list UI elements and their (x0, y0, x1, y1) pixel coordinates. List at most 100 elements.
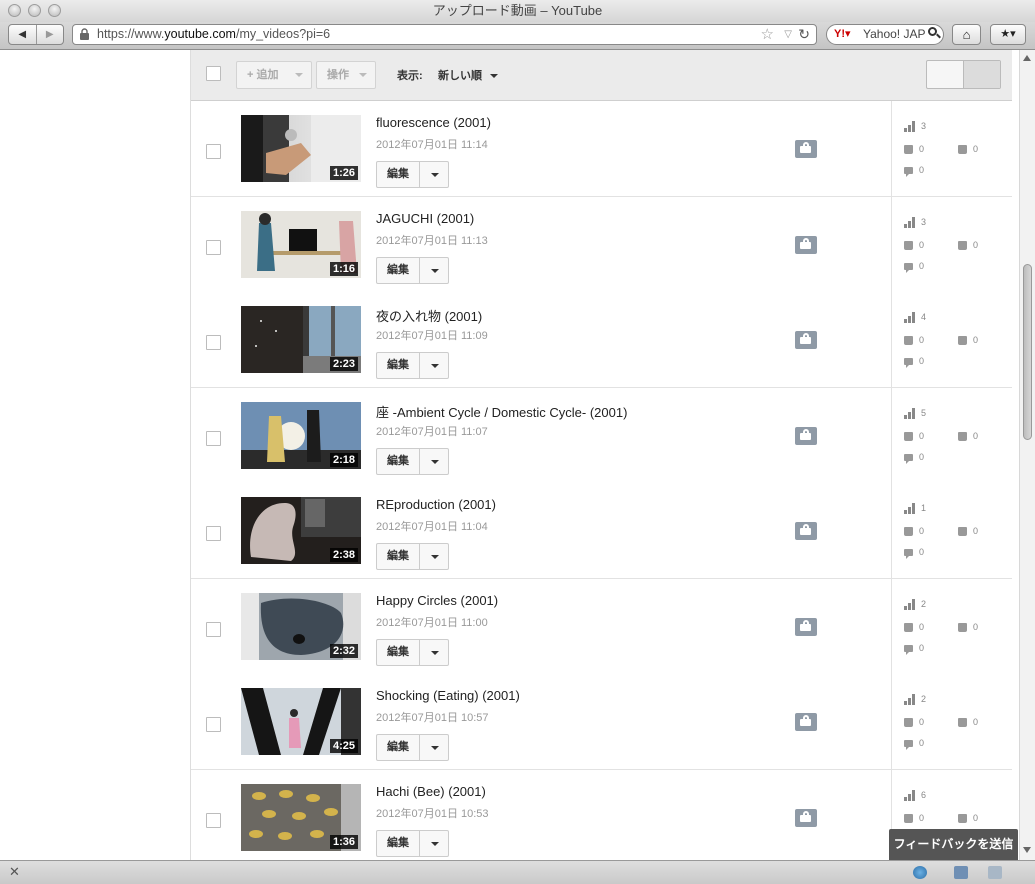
likes-count: 0 (919, 240, 925, 250)
video-title-link[interactable]: 夜の入れ物 (2001) (376, 306, 482, 325)
privacy-lock-icon[interactable] (795, 236, 817, 254)
views-bars-icon (904, 790, 915, 802)
comments-count: 0 (919, 165, 925, 175)
edit-dropdown-button[interactable] (419, 831, 448, 856)
video-thumbnail[interactable]: 2:23 (241, 306, 361, 373)
privacy-lock-icon[interactable] (795, 331, 817, 349)
globe-icon[interactable] (913, 866, 927, 879)
privacy-lock-icon[interactable] (795, 618, 817, 636)
grid-view-button[interactable] (927, 61, 963, 88)
thumbs-up-icon (904, 718, 913, 728)
sort-caret-icon (490, 74, 498, 79)
comment-icon (904, 740, 913, 751)
thumbs-up-icon (904, 527, 913, 537)
video-title-link[interactable]: Shocking (Eating) (2001) (376, 688, 520, 703)
reload-icon[interactable]: ↻ (798, 25, 810, 44)
bookmarks-menu-button[interactable]: ★▾ (990, 24, 1026, 45)
list-view-button[interactable] (963, 61, 1000, 88)
select-all-checkbox[interactable] (206, 66, 221, 81)
edit-button[interactable]: 編集 (377, 353, 419, 378)
video-title-link[interactable]: Hachi (Bee) (2001) (376, 784, 486, 799)
scroll-up-arrow-icon[interactable] (1023, 55, 1031, 61)
yahoo-search-engine-icon[interactable]: Y!▾ (834, 25, 851, 44)
back-button[interactable]: ◀ (9, 25, 36, 44)
edit-button[interactable]: 編集 (377, 735, 419, 760)
edit-button[interactable]: 編集 (377, 162, 419, 187)
scrollbar-thumb[interactable] (1023, 264, 1032, 440)
video-checkbox[interactable] (206, 144, 221, 159)
edit-button[interactable]: 編集 (377, 544, 419, 569)
privacy-lock-icon[interactable] (795, 427, 817, 445)
close-statusbar-icon[interactable]: ✕ (9, 864, 20, 880)
window-icon[interactable] (988, 866, 1002, 879)
edit-dropdown-button[interactable] (419, 353, 448, 378)
window-close-button[interactable] (8, 4, 21, 17)
video-stats: 2 0 0 0 (891, 674, 1012, 769)
rss-dropdown-icon[interactable]: ▽ (784, 25, 792, 44)
sort-value: 新しい順 (438, 70, 482, 82)
home-button[interactable]: ⌂ (952, 24, 981, 45)
likes-stat: 0 (904, 622, 924, 633)
video-stats: 2 0 0 0 (891, 579, 1012, 674)
video-duration: 2:38 (329, 548, 358, 562)
privacy-lock-icon[interactable] (795, 713, 817, 731)
video-thumbnail[interactable]: 2:32 (241, 593, 361, 660)
dislikes-stat: 0 (958, 335, 978, 346)
video-checkbox[interactable] (206, 240, 221, 255)
bookmark-star-icon[interactable]: ☆ (761, 25, 774, 44)
edit-button[interactable]: 編集 (377, 831, 419, 856)
privacy-lock-icon[interactable] (795, 522, 817, 540)
edit-button[interactable]: 編集 (377, 258, 419, 283)
video-date: 2012年07月01日 11:07 (376, 426, 488, 438)
video-thumbnail[interactable]: 1:36 (241, 784, 361, 851)
views-count: 6 (921, 790, 927, 800)
address-bar[interactable]: https://www.youtube.com/my_videos?pi=6 ☆… (72, 24, 817, 45)
send-feedback-button[interactable]: フィードバックを送信 (889, 829, 1018, 860)
dislikes-stat: 0 (958, 813, 978, 824)
edit-dropdown-button[interactable] (419, 735, 448, 760)
video-title-link[interactable]: Happy Circles (2001) (376, 593, 498, 608)
video-checkbox[interactable] (206, 431, 221, 446)
video-title-link[interactable]: 座 -Ambient Cycle / Domestic Cycle- (2001… (376, 402, 627, 421)
sort-dropdown[interactable]: 新しい順 (438, 67, 498, 83)
views-stat: 2 (904, 694, 926, 706)
privacy-lock-icon[interactable] (795, 809, 817, 827)
search-icon[interactable] (928, 27, 937, 36)
video-title-link[interactable]: REproduction (2001) (376, 497, 496, 512)
video-row: 1:26 fluorescence (2001) 2012年07月01日 11:… (191, 101, 1012, 197)
video-checkbox[interactable] (206, 622, 221, 637)
edit-button[interactable]: 編集 (377, 449, 419, 474)
actions-button[interactable]: 操作 (316, 61, 376, 89)
edit-dropdown-button[interactable] (419, 640, 448, 665)
likes-stat: 0 (904, 813, 924, 824)
edit-dropdown-button[interactable] (419, 544, 448, 569)
video-thumbnail[interactable]: 2:38 (241, 497, 361, 564)
video-stats: 5 0 0 0 (891, 388, 1012, 483)
video-duration: 1:16 (329, 262, 358, 276)
edit-dropdown-button[interactable] (419, 162, 448, 187)
video-checkbox[interactable] (206, 813, 221, 828)
video-title-link[interactable]: JAGUCHI (2001) (376, 211, 474, 226)
video-checkbox[interactable] (206, 717, 221, 732)
back-arrow-icon: ◀ (18, 29, 27, 40)
monitor-icon[interactable] (954, 866, 968, 879)
video-thumbnail[interactable]: 4:25 (241, 688, 361, 755)
edit-button[interactable]: 編集 (377, 640, 419, 665)
edit-dropdown-button[interactable] (419, 258, 448, 283)
window-zoom-button[interactable] (48, 4, 61, 17)
video-title-link[interactable]: fluorescence (2001) (376, 115, 491, 130)
window-minimize-button[interactable] (28, 4, 41, 17)
page-scrollbar[interactable] (1019, 50, 1035, 860)
video-thumbnail[interactable]: 2:18 (241, 402, 361, 469)
views-stat: 5 (904, 408, 926, 420)
privacy-lock-icon[interactable] (795, 140, 817, 158)
forward-button[interactable]: ▶ (35, 25, 64, 44)
video-checkbox[interactable] (206, 335, 221, 350)
video-thumbnail[interactable]: 1:16 (241, 211, 361, 278)
scroll-down-arrow-icon[interactable] (1023, 847, 1031, 853)
video-thumbnail[interactable]: 1:26 (241, 115, 361, 182)
add-button[interactable]: + 追加 (236, 61, 312, 89)
video-checkbox[interactable] (206, 526, 221, 541)
edit-dropdown-button[interactable] (419, 449, 448, 474)
search-bar[interactable]: Y!▾ Yahoo! JAP (826, 24, 944, 45)
